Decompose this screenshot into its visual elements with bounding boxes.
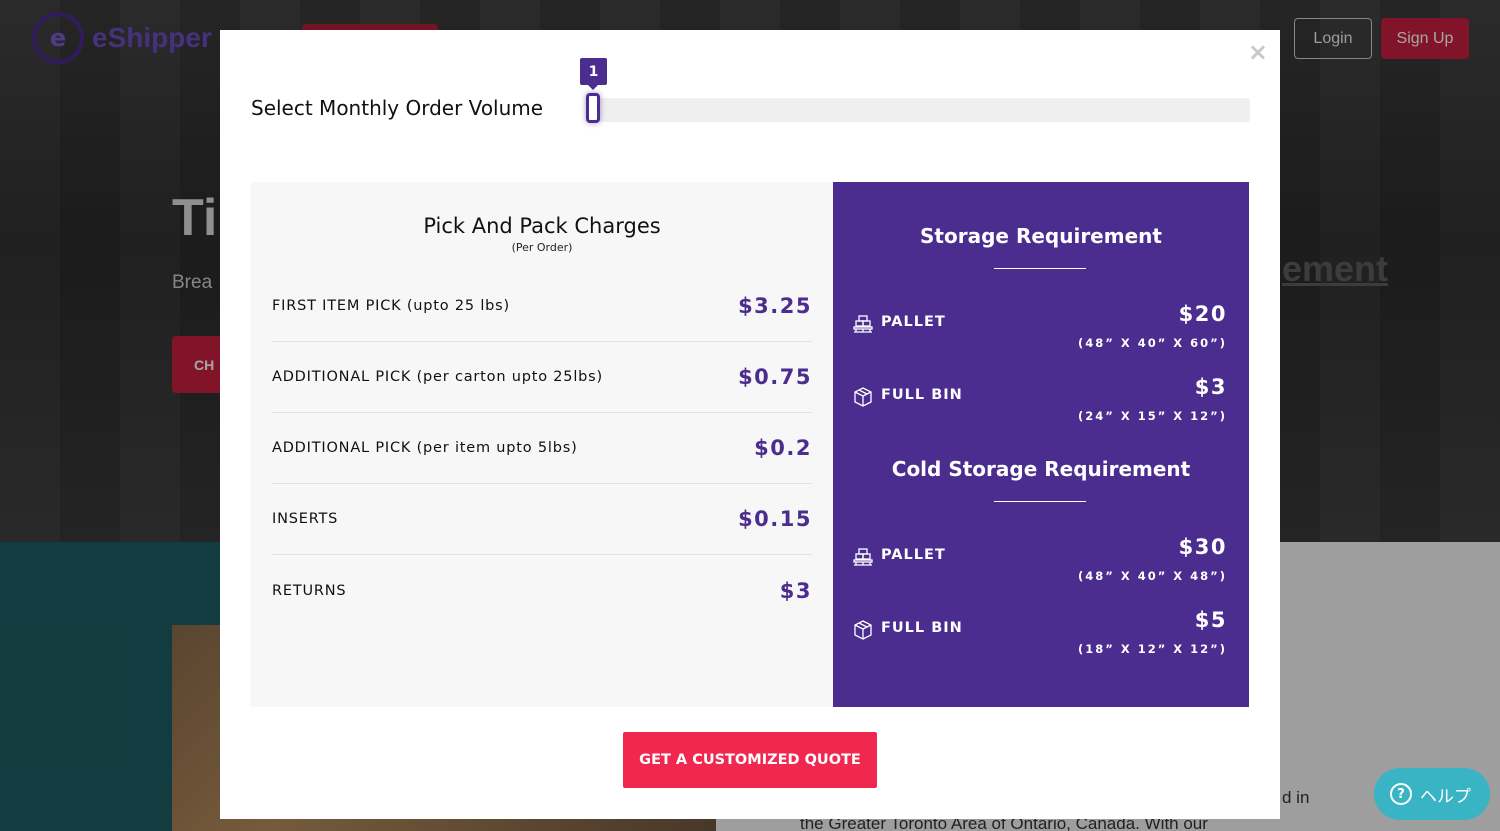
charge-row: ADDITIONAL PICK (per carton upto 25lbs) …	[272, 342, 812, 413]
cold-storage-row: PALLET $30 (48” X 40” X 48”)	[853, 535, 1227, 589]
storage-row: PALLET $20 (48” X 40” X 60”)	[853, 302, 1227, 356]
charge-row: FIRST ITEM PICK (upto 25 lbs) $3.25	[272, 271, 812, 342]
cold-storage-label: PALLET	[881, 547, 946, 563]
storage-label: FULL BIN	[881, 387, 963, 403]
close-icon[interactable]: ×	[1248, 38, 1268, 66]
cold-storage-dims: (48” X 40” X 48”)	[1078, 569, 1227, 583]
cold-storage-row: FULL BIN $5 (18” X 12” X 12”)	[853, 608, 1227, 662]
charge-row: RETURNS $3	[272, 555, 812, 626]
help-button[interactable]: ? ヘルプ	[1374, 768, 1490, 820]
charge-label: FIRST ITEM PICK (upto 25 lbs)	[272, 298, 510, 314]
storage-price: $3	[1194, 375, 1227, 399]
box-icon	[854, 387, 872, 407]
cold-storage-price: $5	[1194, 608, 1227, 632]
help-label: ヘルプ	[1420, 786, 1471, 807]
storage-title: Storage Requirement	[920, 224, 1162, 248]
pallet-icon	[853, 315, 873, 333]
cold-storage-label: FULL BIN	[881, 620, 963, 636]
storage-row: FULL BIN $3 (24” X 15” X 12”)	[853, 375, 1227, 429]
charge-value: $0.15	[738, 507, 812, 531]
storage-divider	[994, 268, 1086, 269]
storage-price: $20	[1178, 302, 1227, 326]
pricing-modal: × Select Monthly Order Volume 1 Pick And…	[220, 30, 1280, 819]
cold-storage-dims: (18” X 12” X 12”)	[1078, 642, 1227, 656]
charge-value: $0.75	[738, 365, 812, 389]
cold-storage-title: Cold Storage Requirement	[891, 457, 1191, 481]
get-quote-button[interactable]: GET A CUSTOMIZED QUOTE	[623, 732, 877, 788]
box-icon	[854, 620, 872, 640]
question-icon: ?	[1390, 783, 1412, 805]
volume-slider-track[interactable]	[588, 98, 1250, 122]
volume-label: Select Monthly Order Volume	[251, 96, 544, 120]
pick-pack-title: Pick And Pack Charges	[423, 214, 661, 238]
pallet-icon	[853, 548, 873, 566]
pick-pack-panel: Pick And Pack Charges (Per Order) FIRST …	[251, 182, 833, 707]
storage-dims: (48” X 40” X 60”)	[1078, 336, 1227, 350]
charge-value: $3.25	[738, 294, 812, 318]
volume-slider-handle[interactable]	[586, 93, 600, 123]
charge-label: RETURNS	[272, 582, 347, 599]
cold-storage-price: $30	[1178, 535, 1227, 559]
storage-panel: Storage Requirement PALLET $20 (48” X 40…	[833, 182, 1249, 707]
charge-row: ADDITIONAL PICK (per item upto 5lbs) $0.…	[272, 413, 812, 484]
pick-pack-subtitle: (Per Order)	[511, 241, 573, 254]
charge-value: $0.2	[754, 436, 812, 460]
charge-label: ADDITIONAL PICK (per item upto 5lbs)	[272, 440, 578, 456]
charge-label: INSERTS	[272, 511, 339, 527]
charge-label: ADDITIONAL PICK (per carton upto 25lbs)	[272, 369, 603, 385]
storage-dims: (24” X 15” X 12”)	[1078, 409, 1227, 423]
charge-value: $3	[779, 578, 812, 603]
cold-storage-divider	[994, 501, 1086, 502]
storage-label: PALLET	[881, 314, 946, 330]
charge-row: INSERTS $0.15	[272, 484, 812, 555]
volume-slider-tooltip: 1	[580, 58, 607, 90]
